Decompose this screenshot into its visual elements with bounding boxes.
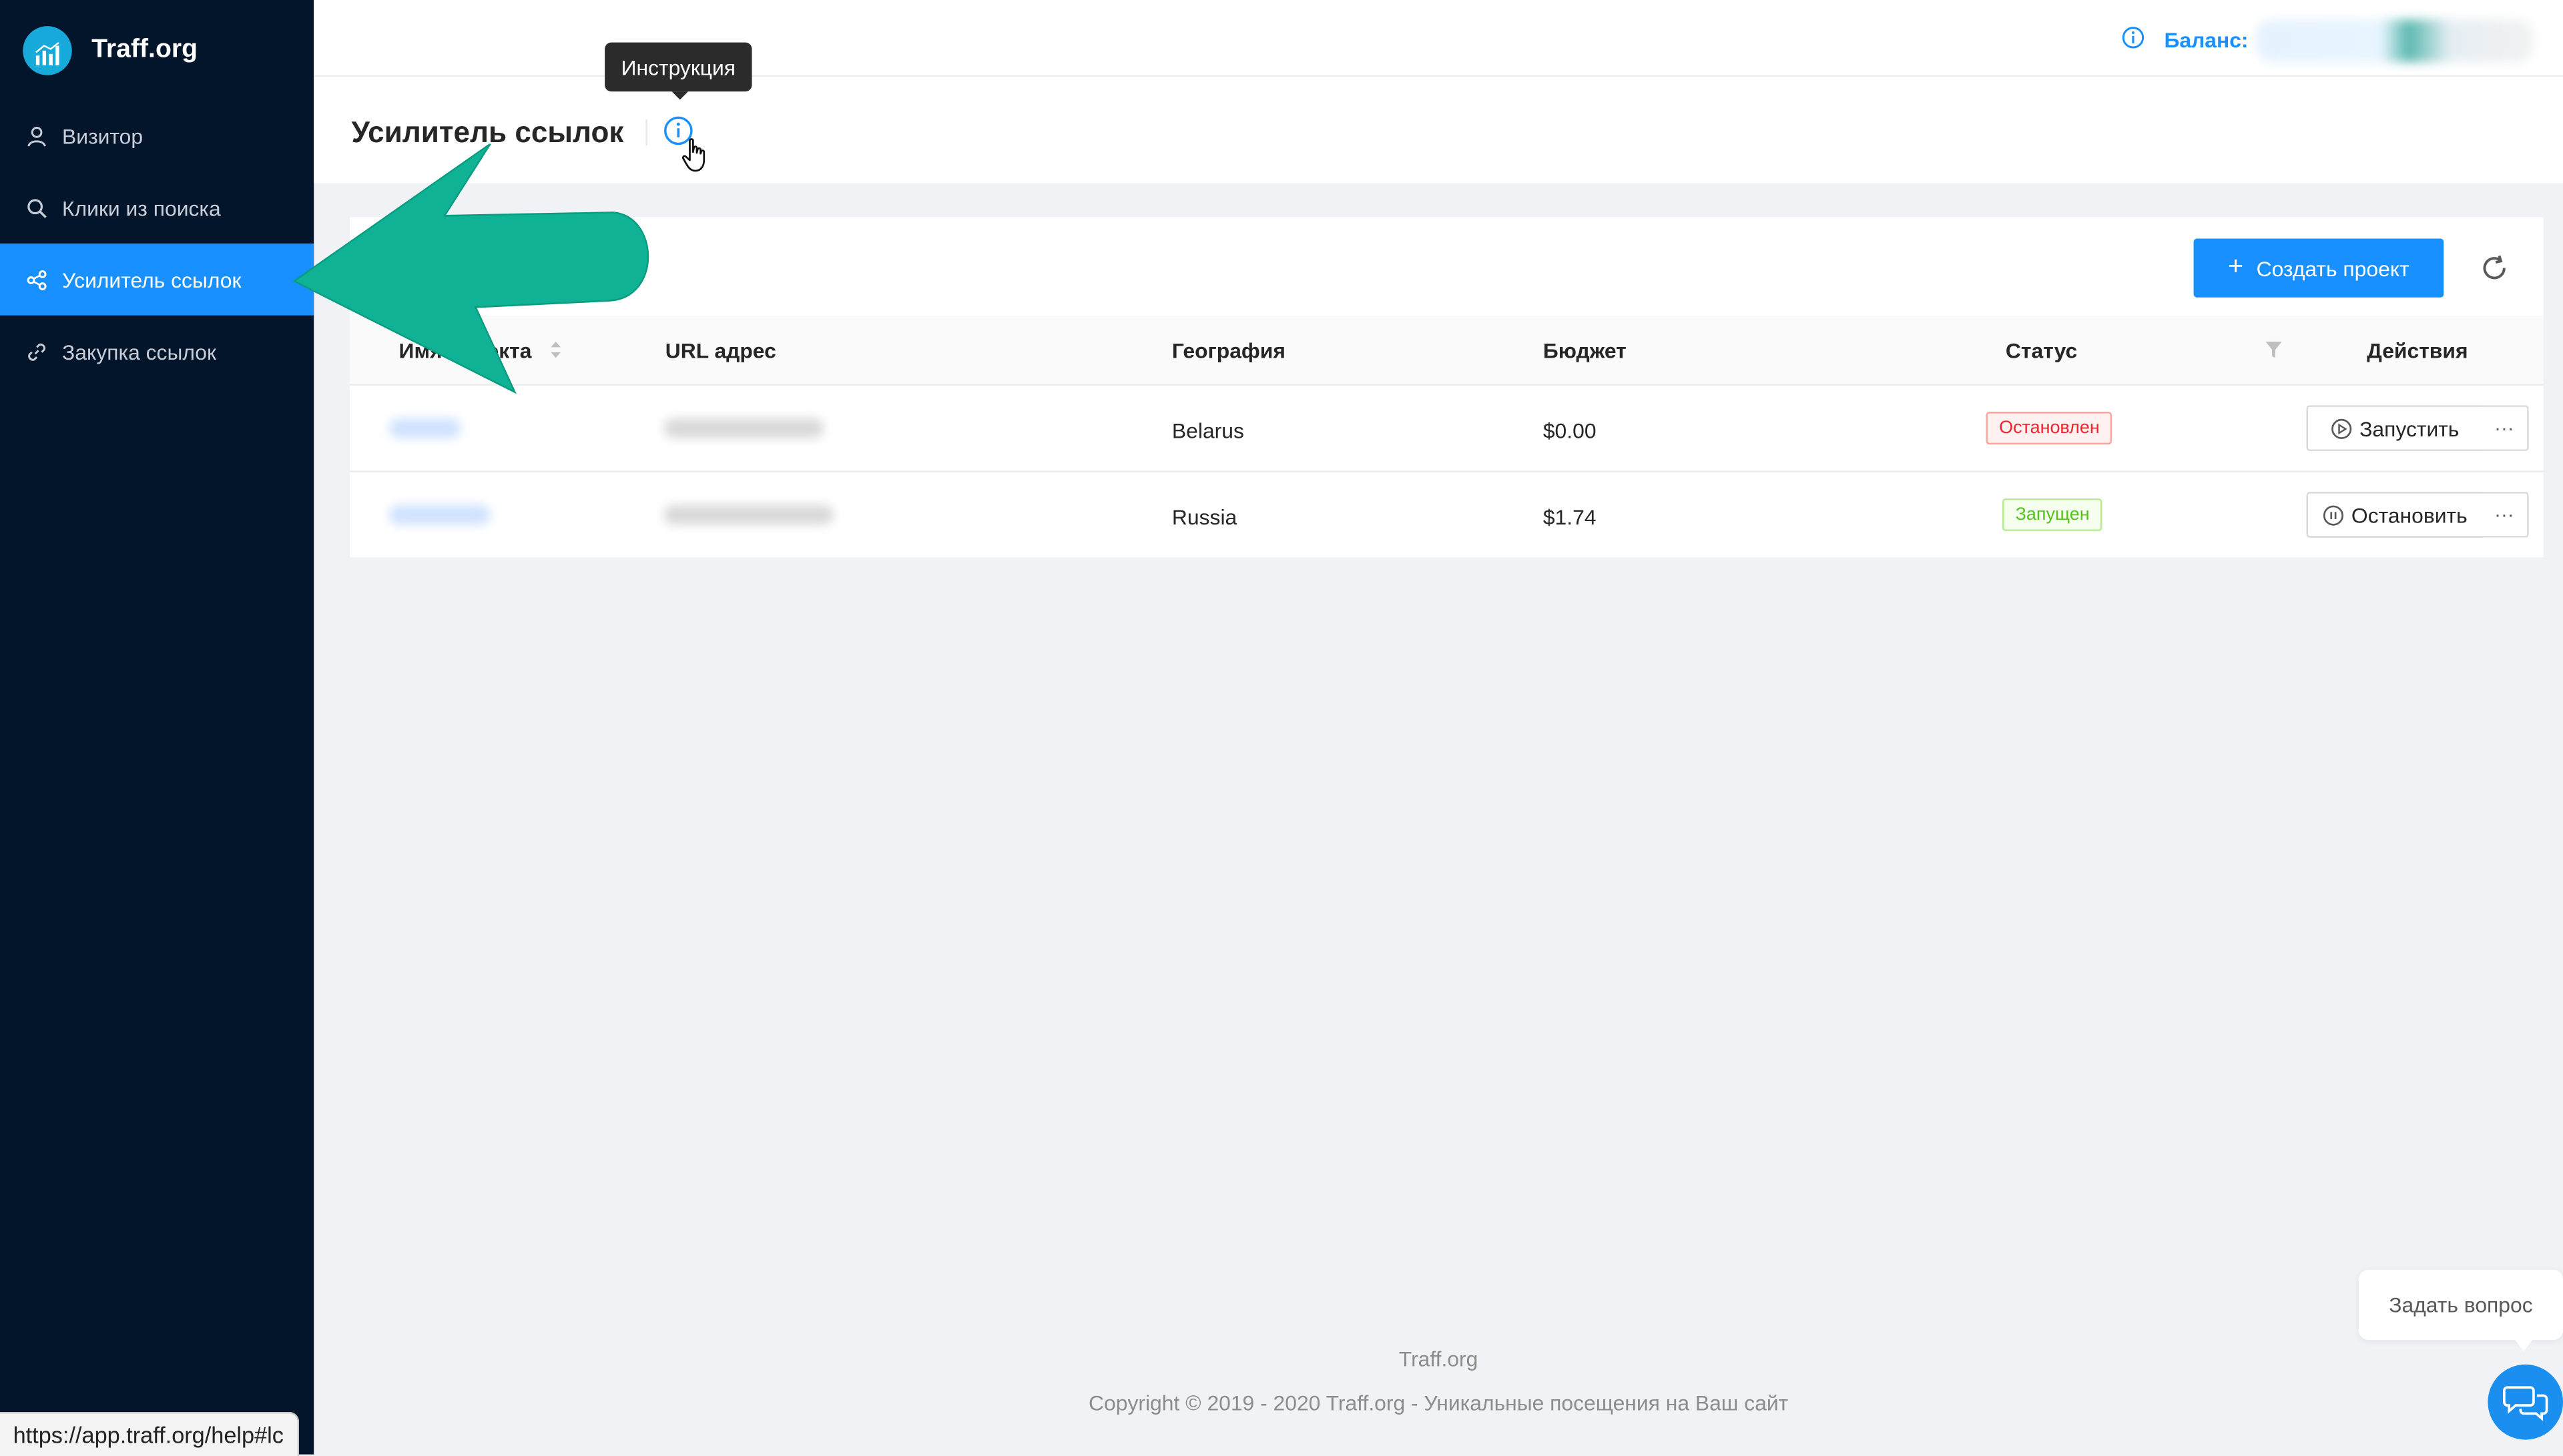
status-bar-url: https://app.traff.org/help#lc [0,1411,298,1456]
project-url-blurred [663,504,834,525]
info-icon[interactable] [2122,26,2145,49]
hand-cursor-icon [681,138,705,172]
projects-card: + Создать проект Имя проекта URL адрес Ге… [350,217,2544,558]
stop-label: Остановить [2351,502,2468,527]
status-badge: Запущен [2002,498,2103,531]
balance-value-blurred [2255,19,2534,63]
col-actions: Действия [2367,338,2468,363]
sidebar: Traff.org Визитор Клики из поиска Усилит… [0,0,314,1455]
tooltip-arrow [671,91,689,100]
chat-prompt-tail [2514,1338,2534,1352]
start-label: Запустить [2359,416,2460,441]
sidebar-item-label: Закупка ссылок [62,339,216,364]
footer-brand: Traff.org [1398,1346,1478,1371]
project-name-blurred[interactable] [388,504,491,525]
col-geography: География [1171,338,1286,363]
geo-cell: Russia [1171,504,1237,530]
chat-icon [2503,1386,2548,1421]
balance-label: Баланс: [2164,27,2249,53]
filter-icon[interactable] [2265,341,2282,358]
sidebar-item-visitor[interactable]: Визитор [0,99,314,171]
plus-icon: + [2228,253,2243,282]
status-badge: Остановлен [1986,412,2113,445]
more-actions-button[interactable]: ··· [2481,405,2529,451]
chat-button[interactable] [2488,1364,2563,1440]
table-row: Belarus $0.00 Остановлен Запустить ··· [350,386,2544,472]
pause-circle-icon [2322,504,2343,525]
budget-cell: $0.00 [1542,418,1597,443]
col-status: Статус [2005,338,2078,363]
more-actions-button[interactable]: ··· [2481,492,2529,538]
col-budget: Бюджет [1542,338,1627,363]
title-divider [645,119,647,145]
logo[interactable]: Traff.org [23,26,198,75]
annotation-arrow [292,143,649,394]
sidebar-item-search-clicks[interactable]: Клики из поиска [0,171,314,244]
start-button[interactable]: Запустить [2306,405,2484,451]
sidebar-menu: Визитор Клики из поиска Усилитель ссылок… [0,99,314,387]
link-icon [28,342,45,360]
budget-cell: $1.74 [1542,504,1597,530]
chart-logo-icon [23,26,72,75]
project-url-blurred [663,418,824,438]
col-url: URL адрес [665,338,776,363]
create-project-label: Создать проект [2256,256,2409,281]
share-icon [27,269,47,290]
sidebar-item-link-purchase[interactable]: Закупка ссылок [0,316,314,388]
play-circle-icon [2330,418,2351,438]
app-window: Traff.org Визитор Клики из поиска Усилит… [0,0,2563,1456]
project-name-blurred[interactable] [388,418,461,438]
table-header: Имя проекта URL адрес География Бюджет С… [350,315,2544,386]
sidebar-item-label: Усилитель ссылок [62,267,242,292]
stop-button[interactable]: Остановить [2306,492,2484,538]
search-icon [27,198,47,218]
sidebar-item-label: Клики из поиска [62,195,221,220]
table-row: Russia $1.74 Запущен Остановить ··· [350,472,2544,557]
chat-prompt[interactable]: Задать вопрос [2358,1269,2563,1341]
geo-cell: Belarus [1171,418,1244,443]
tooltip: Инструкция [605,42,752,92]
create-project-button[interactable]: + Создать проект [2193,238,2444,298]
app-title: Traff.org [91,35,198,64]
sidebar-item-label: Визитор [62,123,144,148]
sidebar-item-link-booster[interactable]: Усилитель ссылок [0,243,314,316]
user-icon [27,125,46,146]
footer-copyright: Copyright © 2019 - 2020 Traff.org - Уник… [1089,1391,1789,1415]
refresh-icon[interactable] [2480,254,2509,283]
